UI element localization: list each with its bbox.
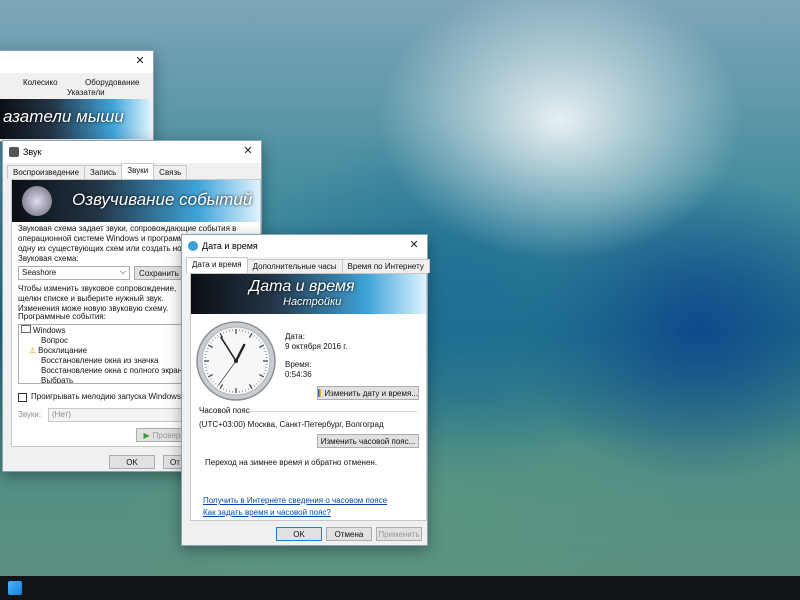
list-item[interactable]: ⚠ Восклицание <box>19 346 193 356</box>
tab-sounds[interactable]: Звуки <box>121 163 155 179</box>
tab-hardware[interactable]: Оборудование <box>85 78 139 88</box>
windows-logo-icon <box>8 581 22 595</box>
sounds-label: Звуки: <box>18 410 42 419</box>
close-icon[interactable]: ✕ <box>133 54 147 68</box>
analog-clock <box>196 321 276 401</box>
tab-additional-clocks[interactable]: Дополнительные часы <box>246 259 343 273</box>
tab-wheel[interactable]: Колесико <box>23 78 58 88</box>
ok-button[interactable]: OK <box>276 527 322 541</box>
datetime-tabs: Дата и время Дополнительные часы Время п… <box>182 257 430 273</box>
clock-icon <box>188 241 198 251</box>
chevron-down-icon: ⌵ <box>119 267 126 276</box>
timezone-section-title: Часовой пояс <box>199 406 250 415</box>
close-icon[interactable]: ✕ <box>241 144 255 158</box>
events-hint: Чтобы изменить звуковое сопровождение, щ… <box>18 284 177 313</box>
sound-tabs: Воспроизведение Запись Звуки Связь <box>3 163 261 179</box>
tab-internet-time[interactable]: Время по Интернету <box>341 259 430 273</box>
scheme-select[interactable]: Seashore ⌵ <box>18 266 130 280</box>
mouse-banner: азатели мыши <box>0 99 151 139</box>
apply-button[interactable]: Применить <box>376 527 422 541</box>
datetime-window-title: Дата и время <box>202 241 258 251</box>
tab-pointers[interactable]: Указатели <box>67 88 105 98</box>
events-list[interactable]: Windows Вопрос ⚠ Восклицание Восстановлен… <box>18 324 194 384</box>
speaker-icon <box>9 147 19 157</box>
tab-date-time[interactable]: Дата и время <box>186 257 248 273</box>
datetime-panel: Дата и время Настройки Дата: 9 октября 2… <box>190 273 427 521</box>
change-datetime-button[interactable]: Изменить дату и время... <box>317 386 419 400</box>
close-icon[interactable]: ✕ <box>407 238 421 252</box>
datetime-window: Дата и время ✕ Дата и время Дополнительн… <box>181 234 430 546</box>
dst-note: Переход на зимнее время и обратно отмене… <box>205 458 378 467</box>
list-item[interactable]: Выбрать <box>19 376 193 383</box>
sounds-select[interactable]: (Нет) <box>48 408 188 422</box>
tab-communications[interactable]: Связь <box>153 165 188 179</box>
start-button[interactable] <box>0 576 30 600</box>
section-divider <box>247 411 417 412</box>
play-icon: ▶ <box>143 430 150 440</box>
change-timezone-button[interactable]: Изменить часовой пояс... <box>317 434 419 448</box>
sound-titlebar: Звук <box>3 141 261 163</box>
tree-icon <box>21 325 31 333</box>
tab-playback[interactable]: Воспроизведение <box>7 165 86 179</box>
date-label: Дата: <box>285 332 305 341</box>
speaker-icon <box>22 186 52 216</box>
taskbar <box>0 576 800 600</box>
scheme-label: Звуковая схема: <box>18 254 79 263</box>
tab-recording[interactable]: Запись <box>84 165 123 179</box>
list-item[interactable]: Windows <box>19 325 193 336</box>
list-item[interactable]: Восстановление окна с полного экрана <box>19 366 193 376</box>
cancel-button[interactable]: Отмена <box>326 527 372 541</box>
sound-banner: Озвучивание событий <box>12 180 260 222</box>
sound-window-title: Звук <box>23 147 42 157</box>
shield-icon <box>318 389 322 397</box>
events-label: Программные события: <box>18 312 106 321</box>
list-item[interactable]: Вопрос <box>19 336 193 346</box>
checkbox-icon[interactable] <box>18 392 27 402</box>
datetime-titlebar: Дата и время <box>182 235 427 257</box>
link-timezone-online[interactable]: Получить в Интернете сведения о часовом … <box>203 496 387 505</box>
link-howto[interactable]: Как задать время и часовой пояс? <box>203 508 331 517</box>
mouse-titlebar <box>0 51 153 73</box>
mouse-properties-window: ✕ Колесико Оборудование Указатели азател… <box>0 50 154 142</box>
time-label: Время: <box>285 360 312 369</box>
timezone-value: (UTC+03:00) Москва, Санкт-Петербург, Вол… <box>199 420 384 429</box>
ok-button[interactable]: OK <box>109 455 155 469</box>
list-item[interactable]: Восстановление окна из значка <box>19 356 193 366</box>
warning-icon: ⚠ <box>29 346 37 355</box>
time-value: 0:54:36 <box>285 370 312 379</box>
date-value: 9 октября 2016 г. <box>285 342 348 351</box>
startup-checkbox[interactable]: Проигрывать мелодию запуска Windows <box>18 392 181 402</box>
datetime-banner: Дата и время Настройки <box>191 274 426 314</box>
